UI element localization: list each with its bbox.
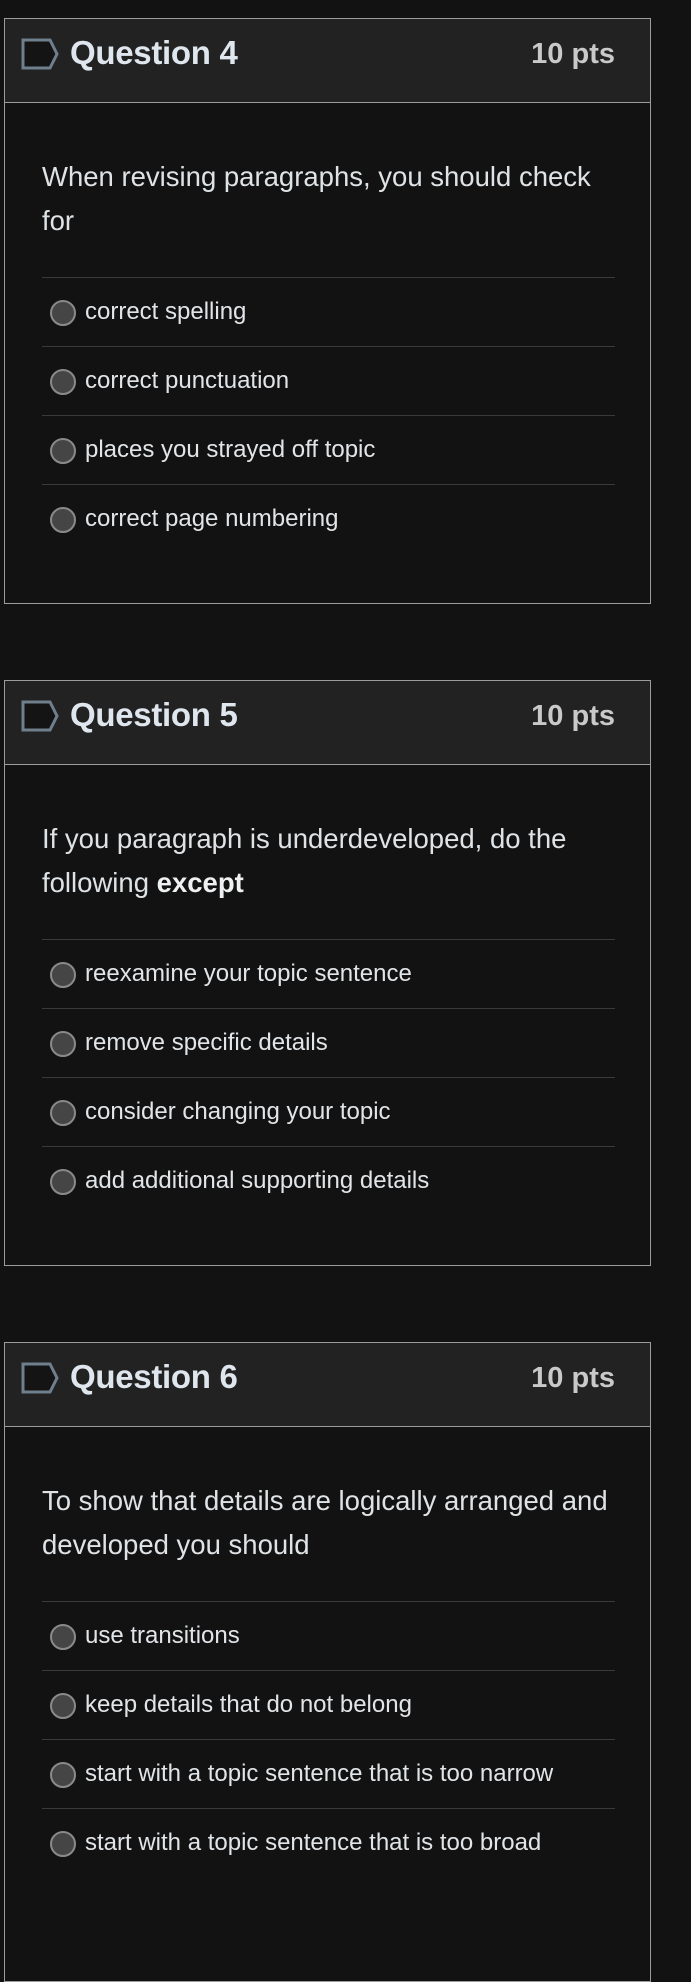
question-title: Question 6 — [70, 1358, 238, 1395]
question-card-4: Question 4 10 pts When revising paragrap… — [4, 18, 651, 604]
answer-list: use transitions keep details that do not… — [42, 1601, 615, 1877]
question-points: 10 pts — [531, 700, 615, 732]
flag-question-icon[interactable] — [20, 699, 60, 733]
answer-option[interactable]: correct spelling — [42, 277, 615, 346]
radio-button[interactable] — [50, 507, 76, 533]
radio-button[interactable] — [50, 1624, 76, 1650]
radio-button[interactable] — [50, 1100, 76, 1126]
answer-label[interactable]: use transitions — [85, 1622, 240, 1650]
question-text-emphasis: except — [156, 867, 244, 898]
answer-label[interactable]: start with a topic sentence that is too … — [85, 1760, 553, 1788]
question-text-content: To show that details are logically arran… — [42, 1485, 608, 1560]
answer-option[interactable]: reexamine your topic sentence — [42, 939, 615, 1008]
question-title: Question 4 — [70, 34, 238, 71]
question-text: To show that details are logically arran… — [42, 1479, 622, 1567]
answer-label[interactable]: correct page numbering — [85, 505, 338, 533]
answer-option[interactable]: places you strayed off topic — [42, 415, 615, 484]
answer-option[interactable]: correct page numbering — [42, 484, 615, 553]
answer-label[interactable]: start with a topic sentence that is too … — [85, 1829, 541, 1857]
answer-option[interactable]: keep details that do not belong — [42, 1670, 615, 1739]
answer-label[interactable]: add additional supporting details — [85, 1167, 429, 1195]
answer-label[interactable]: correct punctuation — [85, 367, 289, 395]
answer-label[interactable]: consider changing your topic — [85, 1098, 391, 1126]
answer-option[interactable]: remove specific details — [42, 1008, 615, 1077]
answer-label[interactable]: places you strayed off topic — [85, 436, 375, 464]
answer-label[interactable]: keep details that do not belong — [85, 1691, 412, 1719]
question-text: When revising paragraphs, you should che… — [42, 155, 622, 243]
question-text-content: When revising paragraphs, you should che… — [42, 161, 591, 236]
flag-question-icon[interactable] — [20, 1361, 60, 1395]
radio-button[interactable] — [50, 1169, 76, 1195]
answer-option[interactable]: correct punctuation — [42, 346, 615, 415]
question-header: Question 4 10 pts — [5, 19, 650, 103]
question-header: Question 6 10 pts — [5, 1343, 650, 1427]
radio-button[interactable] — [50, 1031, 76, 1057]
answer-list: correct spelling correct punctuation pla… — [42, 277, 615, 553]
answer-option[interactable]: start with a topic sentence that is too … — [42, 1739, 615, 1808]
radio-button[interactable] — [50, 962, 76, 988]
question-card-5: Question 5 10 pts If you paragraph is un… — [4, 680, 651, 1266]
answer-option[interactable]: add additional supporting details — [42, 1146, 615, 1215]
answer-option[interactable]: use transitions — [42, 1601, 615, 1670]
answer-option[interactable]: start with a topic sentence that is too … — [42, 1808, 615, 1877]
answer-label[interactable]: remove specific details — [85, 1029, 328, 1057]
question-title: Question 5 — [70, 696, 238, 733]
question-card-6: Question 6 10 pts To show that details a… — [4, 1342, 651, 1982]
radio-button[interactable] — [50, 1762, 76, 1788]
answer-label[interactable]: reexamine your topic sentence — [85, 960, 412, 988]
radio-button[interactable] — [50, 1831, 76, 1857]
flag-question-icon[interactable] — [20, 37, 60, 71]
question-text: If you paragraph is underdeveloped, do t… — [42, 817, 622, 905]
question-points: 10 pts — [531, 1362, 615, 1394]
question-points: 10 pts — [531, 38, 615, 70]
answer-label[interactable]: correct spelling — [85, 298, 246, 326]
radio-button[interactable] — [50, 1693, 76, 1719]
answer-option[interactable]: consider changing your topic — [42, 1077, 615, 1146]
question-header: Question 5 10 pts — [5, 681, 650, 765]
question-text-content: If you paragraph is underdeveloped, do t… — [42, 823, 567, 898]
radio-button[interactable] — [50, 300, 76, 326]
radio-button[interactable] — [50, 369, 76, 395]
answer-list: reexamine your topic sentence remove spe… — [42, 939, 615, 1215]
radio-button[interactable] — [50, 438, 76, 464]
